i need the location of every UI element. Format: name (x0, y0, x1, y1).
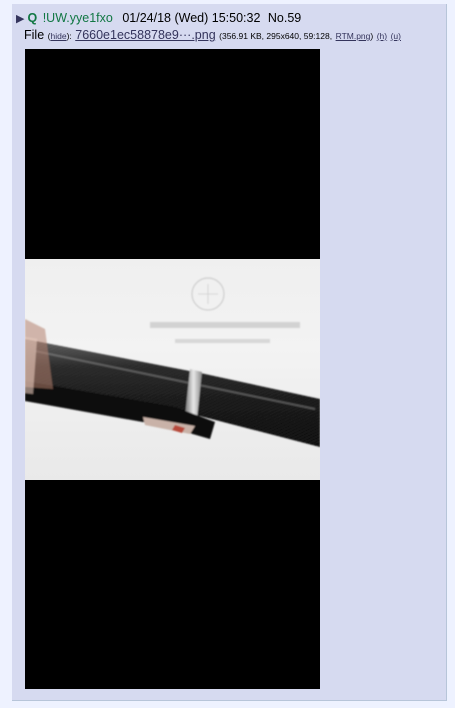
post-number-link[interactable]: No.59 (268, 11, 301, 25)
poster-name: Q (27, 11, 38, 25)
post-header: ▶ Q !UW.yye1fxo 01/24/18 (Wed) 15:50:32 N… (16, 11, 301, 26)
file-name-link[interactable]: 7660e1ec58878e9···.png (75, 28, 215, 42)
attached-image[interactable] (25, 49, 320, 689)
file-label: File (24, 28, 45, 42)
pen-photo (25, 259, 320, 480)
post-menu-arrow-icon[interactable]: ▶ (16, 12, 24, 27)
post-container: ▶ Q !UW.yye1fxo 01/24/18 (Wed) 15:50:32 N… (12, 4, 447, 701)
pen-photo-graphic (25, 277, 320, 447)
file-meta-close: ) (370, 31, 374, 41)
original-filename-link[interactable]: RTM.png (336, 31, 371, 41)
file-info: File (hide): 7660e1ec58878e9···.png (356… (24, 28, 401, 44)
hide-paren-close: ): (66, 31, 72, 41)
hide-file-link[interactable]: hide (50, 31, 66, 41)
tripcode: !UW.yye1fxo (42, 11, 113, 25)
u-link[interactable]: (u) (391, 31, 401, 41)
h-link[interactable]: (h) (377, 31, 387, 41)
post-date: 01/24/18 (Wed) 15:50:32 (122, 11, 261, 25)
file-meta: (356.91 KB, 295x640, 59:128, (219, 31, 333, 41)
